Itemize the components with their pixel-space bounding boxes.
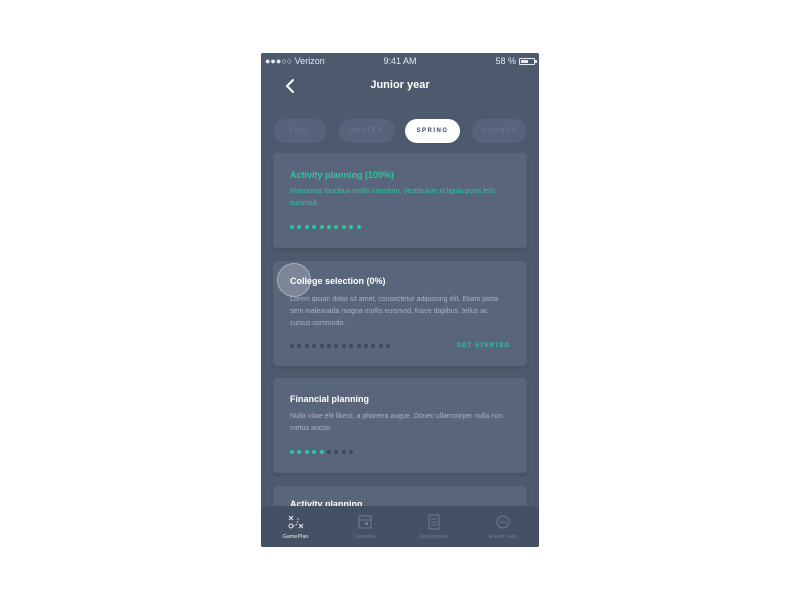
progress-dots: [290, 344, 391, 348]
card-description: Lorem ipsum dolor sit amet, consectetur …: [290, 296, 499, 327]
progress-dot: [312, 344, 317, 348]
gameplan-icon: [288, 515, 304, 529]
progress-dot: [334, 225, 339, 229]
status-bar: ●●●○○ Verizon 9:41 AM 58 %: [261, 53, 539, 69]
progress-dot: [386, 344, 391, 348]
progress-dot: [326, 225, 331, 229]
battery-percent: 58 %: [495, 56, 516, 66]
document-icon: [428, 514, 440, 530]
progress-dot: [378, 344, 383, 348]
progress-dot: [341, 225, 346, 229]
battery-icon: [519, 57, 537, 65]
tab-label: Applications: [418, 534, 449, 540]
tab-label: GamePlan: [282, 534, 309, 540]
card-college-selection[interactable]: College selection (0%) Lorem ipsum dolor…: [273, 261, 527, 366]
progress-dot: [290, 344, 294, 348]
tab-label: Expert help: [488, 534, 517, 540]
progress-dot: [290, 225, 294, 229]
progress-dot: [356, 225, 361, 229]
progress-dot: [304, 225, 309, 229]
chat-icon: [496, 515, 510, 529]
card-title: Activity planning (100%): [290, 170, 395, 180]
tab-applications[interactable]: Applications: [399, 506, 468, 547]
progress-dot: [290, 450, 294, 454]
card-financial-planning[interactable]: Financial planning Nulla vitae elit libe…: [273, 378, 527, 473]
progress-dots: [290, 450, 354, 454]
progress-dot: [312, 225, 317, 229]
progress-dot: [371, 344, 376, 348]
progress-dot: [297, 450, 302, 454]
progress-dot: [334, 450, 339, 454]
tab-expert-help[interactable]: Expert help: [468, 506, 537, 547]
card-description: Maecenas faucibus mollis interdum. Vesti…: [290, 188, 496, 207]
battery-indicator: 58 %: [495, 56, 537, 66]
card-activity-planning[interactable]: Activity planning (100%) Maecenas faucib…: [273, 153, 527, 248]
progress-dots: [290, 225, 361, 229]
tab-label: Calendar: [353, 534, 376, 540]
progress-dot: [341, 344, 346, 348]
tab-fall[interactable]: FALL: [273, 119, 327, 143]
card-title: Financial planning: [290, 394, 370, 404]
calendar-icon: [358, 515, 372, 529]
season-tabs: FALL WINTER SPRING SUMMER: [261, 119, 539, 143]
progress-dot: [349, 344, 354, 348]
phone-screen: ●●●○○ Verizon 9:41 AM 58 % Junior year F…: [261, 53, 539, 547]
progress-dot: [363, 344, 368, 348]
tab-winter[interactable]: WINTER: [339, 119, 395, 143]
progress-dot: [356, 344, 361, 348]
progress-dot: [304, 344, 309, 348]
touch-indicator: [277, 263, 311, 297]
progress-dot: [312, 450, 317, 454]
get-started-button[interactable]: GET STARTED: [457, 343, 510, 349]
progress-dot: [319, 450, 324, 454]
progress-dot: [319, 225, 324, 229]
progress-dot: [297, 225, 302, 229]
tab-calendar[interactable]: Calendar: [330, 506, 399, 547]
progress-dot: [304, 450, 309, 454]
progress-dot: [334, 344, 339, 348]
tab-summer[interactable]: SUMMER: [472, 119, 527, 143]
nav-bar: Junior year: [261, 69, 539, 105]
progress-dot: [349, 450, 354, 454]
tab-spring[interactable]: SPRING: [405, 119, 460, 143]
card-description: Nulla vitae elit libero, a pharetra augu…: [290, 413, 503, 432]
progress-dot: [319, 344, 324, 348]
tab-gameplan[interactable]: GamePlan: [261, 506, 330, 547]
progress-dot: [341, 450, 346, 454]
tab-bar: GamePlan Calendar Applications Expert he…: [261, 506, 539, 547]
progress-dot: [297, 344, 302, 348]
progress-dot: [326, 344, 331, 348]
page-title: Junior year: [370, 79, 430, 91]
progress-dot: [349, 225, 354, 229]
progress-dot: [326, 450, 331, 454]
